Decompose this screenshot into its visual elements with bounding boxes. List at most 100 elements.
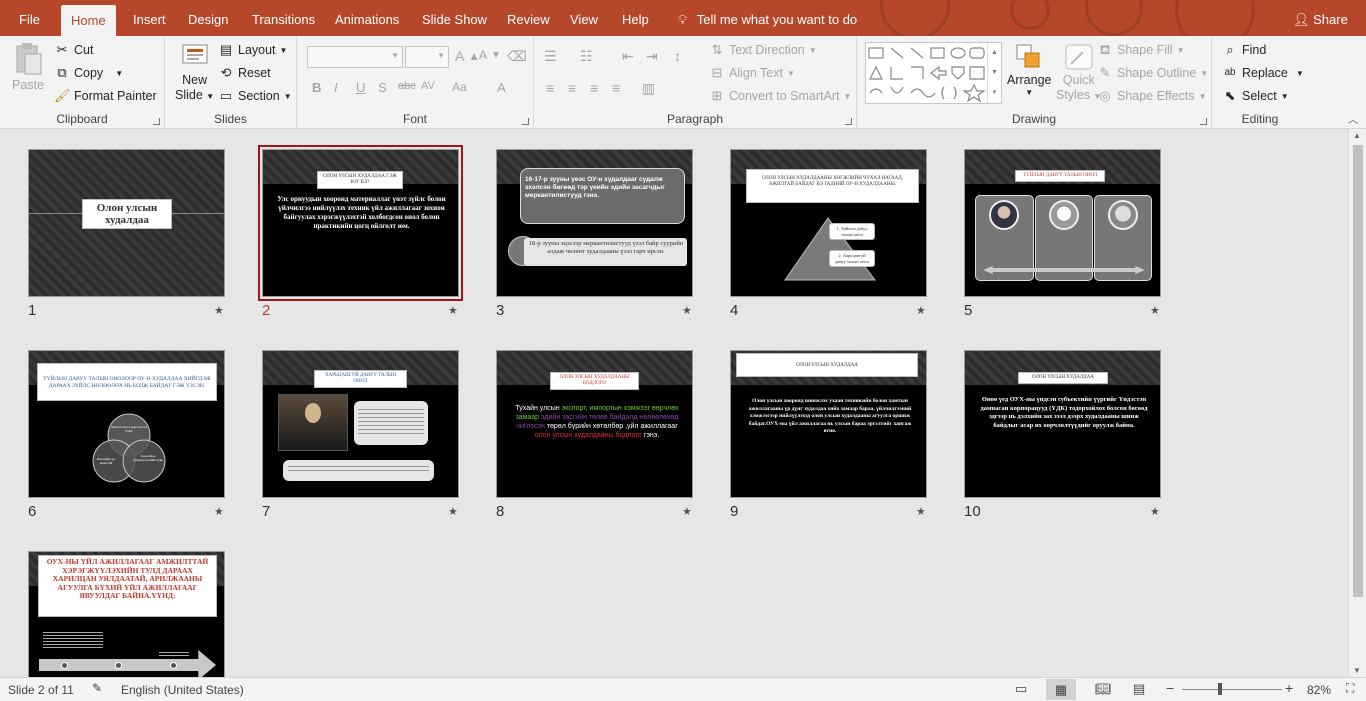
change-case-button[interactable]: Aa [452,80,467,94]
slide-thumbnail-7[interactable]: ХАРЬЦАНГУЙ ДАВУУ ТАЛЫН ОНОЛ [262,350,459,498]
dialog-launcher-icon[interactable] [153,118,160,125]
underline-button[interactable]: U [356,80,365,95]
text-direction-button[interactable]: ⇅ Text Direction ▼ [709,42,817,58]
font-color-button[interactable]: A [497,80,506,95]
columns-icon[interactable]: ▥ [642,80,655,97]
gallery-scroll[interactable]: ▲ ▼ ▾ [987,43,1001,103]
slide-thumbnail-2[interactable]: ОЛОН УЛСЫН ХУДАЛДАА ГЭЖ ЮУ ВЭ? Улс орнуу… [258,145,463,301]
font-group: ▼ ▼ A ▲ A ▼ ⌫ B I U S abc AV Aa A Font [297,36,534,129]
zoom-in-icon[interactable]: + [1285,680,1293,696]
scroll-up-icon[interactable]: ▲ [1353,131,1361,140]
slide-thumbnail-11[interactable]: ОУХ-НЫ ҮЙЛ АЖИЛЛАГААГ АМЖИЛТТАЙ ХЭРЭГЖҮҮ… [28,551,225,677]
zoom-level[interactable]: 82% [1307,683,1331,697]
slide-text-run: олон улсын худалдааны бодлого [534,432,644,439]
align-right-icon[interactable]: ≡ [590,80,598,96]
tab-view[interactable]: View [560,0,608,36]
tab-slide-show[interactable]: Slide Show [412,0,497,36]
tab-animations[interactable]: Animations [325,0,409,36]
character-spacing-button[interactable]: AV [421,80,435,92]
clear-formatting-icon[interactable]: ⌫ [507,48,527,65]
align-text-button[interactable]: ⊟ Align Text ▼ [709,65,795,81]
search-icon: ⌕ [1226,42,1234,57]
slide-sorter-view-icon[interactable]: ▦ [1046,679,1076,700]
increase-indent-icon[interactable]: ⇥ [646,48,658,65]
scroll-down-icon[interactable]: ▼ [1353,666,1361,675]
slide-show-view-icon[interactable]: ▤ [1133,681,1145,697]
align-text-icon: ⊟ [711,65,723,80]
dialog-launcher-icon[interactable] [845,118,852,125]
normal-view-icon[interactable]: ▭ [1015,681,1027,697]
slide-thumbnail-8[interactable]: ОЛОН УЛСЫН ХУДАЛДААНЫ БОДЛОГО Тухайн улс… [496,350,693,498]
shadow-button[interactable]: S [378,80,387,95]
slide-thumbnail-6[interactable]: ТҮЙЛЫН ДАВУУ ТАЛЫН ОНОЛООР ОУ-Н ХУДАЛДАА… [28,350,225,498]
language-status[interactable]: English (United States) [121,683,244,697]
slide-thumbnail-4[interactable]: ОЛОН УЛСЫН ХУДАЛДААНЫ ХӨГЖЛИЙН ЧУХАЛ ЯАГ… [730,149,927,297]
convert-smartart-button[interactable]: ⊞ Convert to SmartArt ▼ [709,88,852,104]
collapse-ribbon-icon[interactable]: ︿ [1348,111,1358,126]
zoom-slider-thumb[interactable] [1218,683,1222,695]
slide-thumbnail-3[interactable]: 16-17-р зууны үеэс ОУ-н худалдааг судалж… [496,149,693,297]
slide-thumbnail-5[interactable]: ТҮЙЛЫН ДАВУУ ТАЛЫН ОНОЛ [964,149,1161,297]
tell-me-search[interactable]: 💡︎ Tell me what you want to do [668,0,867,36]
section-button[interactable]: ▭ Section ▼ [218,88,292,104]
paste-button[interactable]: Paste [12,42,44,92]
slide-thumbnail-1[interactable]: Олон улсын худалдаа [28,149,225,297]
dialog-launcher-icon[interactable] [1200,118,1207,125]
zoom-slider[interactable] [1182,683,1282,695]
font-size-combo[interactable]: ▼ [405,46,449,68]
select-button[interactable]: ⬉ Select ▼ [1222,88,1289,104]
numbering-icon[interactable]: ☷ [580,48,593,65]
align-left-icon[interactable]: ≡ [546,80,554,96]
slide-number: 2 [262,302,271,319]
zoom-out-icon[interactable]: − [1166,680,1174,696]
tab-review[interactable]: Review [497,0,560,36]
tab-file[interactable]: File [9,0,50,36]
new-slide-button[interactable]: New Slide ▼ [175,42,214,102]
vertical-scrollbar[interactable]: ▲ ▼ [1348,129,1366,677]
shape-effects-button[interactable]: ◎ Shape Effects ▼ [1097,88,1206,104]
slide-title: ОЛОН УЛСЫН ХУДАЛДААНЫ ХӨГЖЛИЙН ЧУХАЛ ЯАГ… [746,169,919,203]
replace-button[interactable]: ab Replace ▼ [1222,65,1303,81]
tab-help[interactable]: Help [612,0,659,36]
slide-title: ОЛОН УЛСЫН ХУДАЛДАА [1018,372,1108,384]
line-spacing-icon[interactable]: ↕ [674,48,681,64]
bullets-icon[interactable]: ☰ [544,48,557,65]
shrink-font-button[interactable]: A ▼ [479,48,501,62]
bold-button[interactable]: B [312,80,321,95]
fit-to-window-icon[interactable]: ⛶ [1346,681,1354,696]
spell-check-icon[interactable]: ✎ [92,681,102,695]
quick-styles-label: Quick [1062,73,1095,87]
justify-icon[interactable]: ≡ [612,80,620,96]
share-button[interactable]: 👤︎ Share [1283,0,1358,36]
find-button[interactable]: ⌕ Find [1222,42,1266,58]
grow-font-button[interactable]: A ▲ [455,48,480,64]
font-name-combo[interactable]: ▼ [307,46,403,68]
shapes-gallery[interactable]: ▲ ▼ ▾ [865,42,1002,104]
brain-icon [1108,200,1138,230]
slide-thumbnail-9[interactable]: ОЛОН УЛСЫН ХУДАЛДАА Олон улсын хооронд ш… [730,350,927,498]
arrange-button[interactable]: Arrange ▼ [1007,42,1051,97]
tab-transitions[interactable]: Transitions [242,0,325,36]
cut-button[interactable]: ✂ Cut [54,42,94,58]
tab-insert[interactable]: Insert [123,0,176,36]
reset-button[interactable]: ⟲ Reset [218,65,271,81]
italic-button[interactable]: I [334,80,338,95]
dialog-launcher-icon[interactable] [522,118,529,125]
slide-thumbnail-10[interactable]: ОЛОН УЛСЫН ХУДАЛДАА Өнөө үед ОУХ-ны үндс… [964,350,1161,498]
animation-star-icon: ★ [682,305,692,317]
reading-view-icon[interactable]: 📖︎ [1095,681,1112,697]
decrease-indent-icon[interactable]: ⇤ [622,48,634,65]
slides-group: New Slide ▼ ▤ Layout ▼ ⟲ Reset ▭ Section ▼ Sl… [165,36,297,129]
align-center-icon[interactable]: ≡ [568,80,576,96]
scroll-thumb[interactable] [1353,145,1363,597]
clipboard-icon [16,43,42,75]
format-painter-button[interactable]: 🖌︎ Format Painter [54,88,157,104]
tab-design[interactable]: Design [178,0,238,36]
layout-button[interactable]: ▤ Layout ▼ [218,42,288,58]
copy-button[interactable]: ⧉ Copy ▼ [54,65,123,81]
quick-styles-button[interactable]: Quick Styles ▼ [1056,42,1101,102]
tab-home[interactable]: Home [61,5,116,36]
strikethrough-button[interactable]: abc [398,80,416,92]
shape-outline-button[interactable]: ✎ Shape Outline ▼ [1097,65,1209,81]
shape-fill-button[interactable]: ⛾ Shape Fill ▼ [1097,42,1185,58]
